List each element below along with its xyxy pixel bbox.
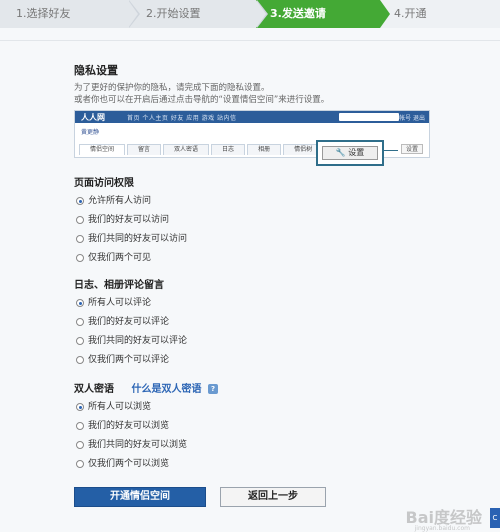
radio-button[interactable] [76,441,84,449]
option-label: 仅我们两个可以浏览 [88,459,170,469]
comment-option[interactable]: 我们共同的好友可以评论 [74,332,434,351]
page-access-option[interactable]: 我们共同的好友可以访问 [74,230,434,249]
secret-title: 双人密语 [74,384,114,395]
mock-header: 人人网 首页 个人主页 好友 应用 游戏 站内信 帐号 退出 [75,111,429,123]
page-access-title: 页面访问权限 [74,178,134,189]
page-access-section: 页面访问权限 允许所有人访问 我们的好友可以访问 我们共同的好友可以访问 仅我们… [74,176,434,268]
renren-logo: 人人网 [81,113,105,122]
step-3-label: 3.发送邀请 [270,7,326,20]
radio-button[interactable] [76,337,84,345]
radio-button[interactable] [76,299,84,307]
comment-option[interactable]: 我们的好友可以评论 [74,313,434,332]
wrench-icon: 🔧 [335,148,346,157]
option-label: 我们共同的好友可以评论 [88,336,188,346]
radio-button[interactable] [76,197,84,205]
comment-option[interactable]: 仅我们两个可以评论 [74,351,434,370]
comment-section: 日志、相册评论留言 所有人可以评论 我们的好友可以评论 我们共同的好友可以评论 … [74,278,434,370]
radio-button[interactable] [76,254,84,262]
edge-tab[interactable]: C [490,508,500,528]
mock-nav: 首页 个人主页 好友 应用 游戏 站内信 [127,115,237,122]
step-2-label: 2.开始设置 [146,7,201,20]
step-2: 2.开始设置 [128,0,268,28]
radio-button[interactable] [76,460,84,468]
settings-callout-label: 设置 [348,148,365,157]
privacy-intro: 隐私设置 为了更好的保护你的隐私，请完成下面的隐私设置。 或者你也可以在开启后通… [74,62,434,106]
step-1: 1.选择好友 [0,0,140,28]
help-icon[interactable]: ? [207,384,218,394]
option-label: 我们的好友可以浏览 [88,421,170,431]
mock-tab: 相册 [247,144,282,155]
radio-button[interactable] [76,403,84,411]
mock-tab: 留言 [127,144,162,155]
settings-callout-button: 🔧 设置 [322,146,378,160]
comment-title: 日志、相册评论留言 [74,280,164,291]
option-label: 允许所有人访问 [88,196,152,206]
option-label: 我们共同的好友可以访问 [88,234,188,244]
secret-option[interactable]: 我们共同的好友可以浏览 [74,436,434,455]
mock-account-links: 帐号 退出 [399,115,425,122]
radio-button[interactable] [76,216,84,224]
option-label: 仅我们两个可以评论 [88,355,170,365]
secret-option[interactable]: 仅我们两个可以浏览 [74,455,434,474]
privacy-desc-2: 或者你也可以在开启后通过点击导航的“设置情侣空间”来进行设置。 [74,95,330,105]
privacy-desc-1: 为了更好的保护你的隐私，请完成下面的隐私设置。 [74,83,270,93]
what-is-secret-link[interactable]: 什么是双人密语 [131,384,201,395]
option-label: 所有人可以评论 [88,298,152,308]
option-label: 我们的好友可以评论 [88,317,170,327]
mock-search-box [339,113,399,121]
radio-button[interactable] [76,318,84,326]
open-couple-space-button[interactable]: 开通情侣空间 [74,487,206,507]
comment-option[interactable]: 所有人可以评论 [74,294,434,313]
option-label: 仅我们两个可见 [88,253,152,263]
option-label: 我们的好友可以访问 [88,215,170,225]
page-access-option[interactable]: 允许所有人访问 [74,192,434,211]
mock-tab: 双人密语 [163,144,210,155]
mock-user-name: 黄更静 [81,129,100,136]
step-progress-bar: 1.选择好友 2.开始设置 3.发送邀请 4.开通 [0,0,500,28]
settings-callout: 🔧 设置 [316,140,384,166]
callout-line [384,150,398,151]
step-1-label: 1.选择好友 [16,7,71,20]
secret-option[interactable]: 我们的好友可以浏览 [74,417,434,436]
radio-button[interactable] [76,235,84,243]
privacy-title: 隐私设置 [74,64,118,77]
page-access-option[interactable]: 我们的好友可以访问 [74,211,434,230]
option-label: 所有人可以浏览 [88,402,152,412]
radio-button[interactable] [76,356,84,364]
watermark-url: jingyan.baidu.com [414,525,470,532]
page-access-option[interactable]: 仅我们两个可见 [74,249,434,268]
secret-option[interactable]: 所有人可以浏览 [74,398,434,417]
mock-tab: 情侣空间 [79,144,126,155]
back-button[interactable]: 返回上一步 [220,487,326,507]
step-3-active: 3.发送邀请 [256,0,390,28]
mock-small-settings-button: 设置 [400,144,423,154]
mock-tabs: 情侣空间 留言 双人密语 日志 相册 情侣树 [79,144,325,155]
radio-button[interactable] [76,422,84,430]
secret-title-row: 双人密语 什么是双人密语 ? [74,382,434,398]
option-label: 我们共同的好友可以浏览 [88,440,188,450]
mock-tab: 日志 [211,144,246,155]
divider [0,40,500,41]
secret-section: 双人密语 什么是双人密语 ? 所有人可以浏览 我们的好友可以浏览 我们共同的好友… [74,382,434,474]
step-4: 4.开通 [380,0,500,28]
step-4-label: 4.开通 [394,7,427,20]
